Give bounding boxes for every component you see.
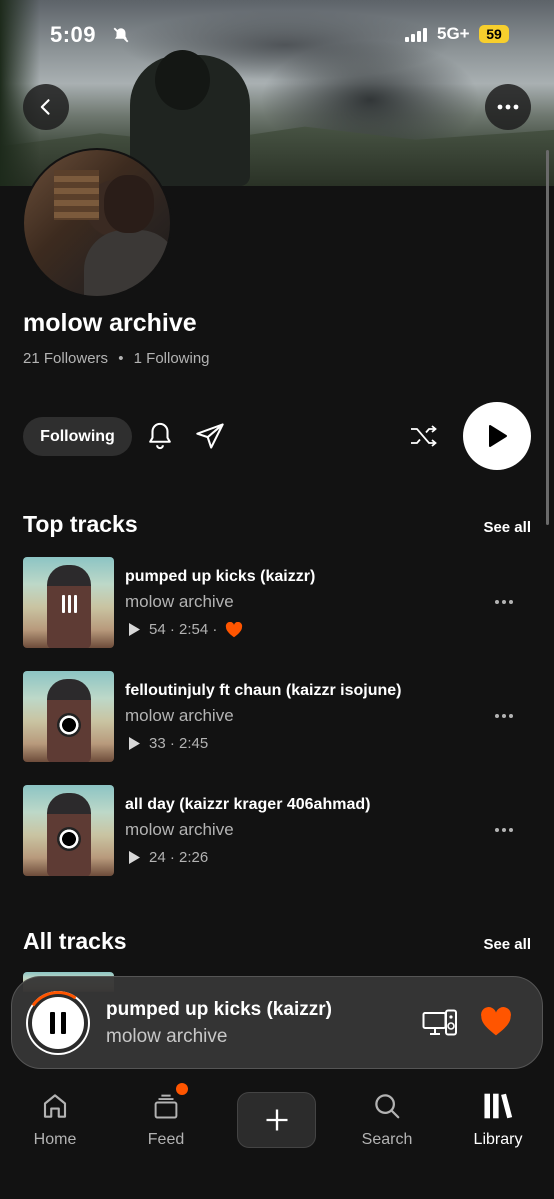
- nav-feed-label: Feed: [147, 1131, 185, 1148]
- search-icon: [375, 1094, 400, 1119]
- track-row[interactable]: pumped up kicks (kaizzr) molow archive 5…: [23, 557, 531, 649]
- feed-notification-dot: [176, 1083, 188, 1095]
- home-icon: [43, 1094, 67, 1118]
- play-count: 33: [149, 735, 166, 752]
- scrollbar[interactable]: [546, 150, 549, 525]
- followers-count[interactable]: 21 Followers: [23, 350, 108, 367]
- like-button[interactable]: [480, 1007, 512, 1037]
- track-meta: 54 · 2:54 ·: [127, 621, 243, 638]
- track-artwork: [23, 557, 114, 648]
- nav-search-label: Search: [361, 1131, 413, 1148]
- feed-icon: [154, 1094, 178, 1119]
- track-artist: molow archive: [125, 706, 234, 725]
- back-button[interactable]: [23, 84, 69, 130]
- nav-feed[interactable]: Feed: [121, 1083, 211, 1149]
- cast-devices-icon: [422, 1009, 457, 1036]
- chevron-left-icon: [40, 99, 50, 115]
- track-duration: 2:45: [179, 735, 209, 752]
- liked-heart-icon: [226, 621, 243, 637]
- signal-icon: [405, 28, 427, 42]
- all-tracks-see-all[interactable]: See all: [483, 936, 531, 953]
- track-artist: molow archive: [125, 592, 234, 611]
- profile-avatar[interactable]: [22, 148, 172, 298]
- mini-player-title: pumped up kicks (kaizzr): [106, 999, 332, 1020]
- track-title: pumped up kicks (kaizzr): [125, 568, 316, 585]
- nav-search[interactable]: Search: [342, 1089, 432, 1149]
- share-button[interactable]: [192, 418, 228, 454]
- track-artwork: [23, 671, 114, 762]
- more-horizontal-icon: [497, 104, 519, 110]
- send-icon: [196, 423, 224, 449]
- notifications-button[interactable]: [142, 418, 178, 454]
- shuffle-button[interactable]: [404, 418, 444, 454]
- track-more-button[interactable]: [495, 825, 519, 835]
- plus-icon: [266, 1109, 287, 1131]
- following-button[interactable]: Following: [23, 417, 132, 456]
- silent-mode-icon: [112, 26, 130, 49]
- now-playing-icon: [56, 591, 82, 617]
- top-tracks-title: Top tracks: [23, 511, 138, 537]
- status-time: 5:09: [50, 22, 97, 47]
- mini-player-artist: molow archive: [106, 1026, 228, 1047]
- all-tracks-title: All tracks: [23, 928, 127, 954]
- upload-button[interactable]: [237, 1092, 316, 1148]
- mini-player[interactable]: pumped up kicks (kaizzr) molow archive: [11, 976, 543, 1069]
- track-more-button[interactable]: [495, 711, 519, 721]
- track-title: felloutinjuly ft chaun (kaizzr isojune): [125, 682, 402, 699]
- track-row[interactable]: felloutinjuly ft chaun (kaizzr isojune) …: [23, 671, 531, 763]
- top-tracks-see-all[interactable]: See all: [483, 519, 531, 536]
- play-count-icon: [129, 851, 140, 864]
- more-options-button[interactable]: [485, 84, 531, 130]
- track-duration: 2:54: [179, 621, 209, 638]
- nav-library[interactable]: Library: [453, 1089, 543, 1149]
- bell-icon: [149, 422, 171, 450]
- library-icon: [484, 1093, 513, 1119]
- play-count-icon: [129, 737, 140, 750]
- following-count[interactable]: 1 Following: [134, 350, 210, 367]
- track-more-button[interactable]: [495, 597, 519, 607]
- battery-indicator: 59: [479, 25, 509, 43]
- track-artwork: [23, 785, 114, 876]
- profile-name: molow archive: [23, 309, 197, 337]
- play-all-button[interactable]: [463, 402, 531, 470]
- track-artist: molow archive: [125, 820, 234, 839]
- play-icon: [489, 425, 507, 447]
- track-duration: 2:26: [179, 849, 209, 866]
- nav-home[interactable]: Home: [10, 1089, 100, 1149]
- heart-filled-icon: [481, 1007, 511, 1036]
- bottom-navigation: Home Feed Search Library: [0, 1069, 554, 1199]
- follow-stats: 21 Followers • 1 Following: [23, 350, 210, 367]
- track-meta: 24 · 2:26: [127, 849, 208, 866]
- nav-library-label: Library: [473, 1131, 523, 1148]
- playback-progress-ring: [20, 985, 96, 1061]
- play-count-icon: [129, 623, 140, 636]
- track-title: all day (kaizzr krager 406ahmad): [125, 796, 371, 813]
- nav-home-label: Home: [33, 1131, 77, 1148]
- stats-separator: •: [118, 350, 124, 367]
- play-count: 24: [149, 849, 166, 866]
- track-row[interactable]: all day (kaizzr krager 406ahmad) molow a…: [23, 785, 531, 877]
- network-type: 5G+: [437, 24, 470, 43]
- devices-button[interactable]: [422, 1009, 458, 1037]
- status-bar: 5:09 5G+ 59: [0, 22, 554, 52]
- play-count: 54: [149, 621, 166, 638]
- shuffle-icon: [411, 425, 437, 447]
- track-meta: 33 · 2:45: [127, 735, 208, 752]
